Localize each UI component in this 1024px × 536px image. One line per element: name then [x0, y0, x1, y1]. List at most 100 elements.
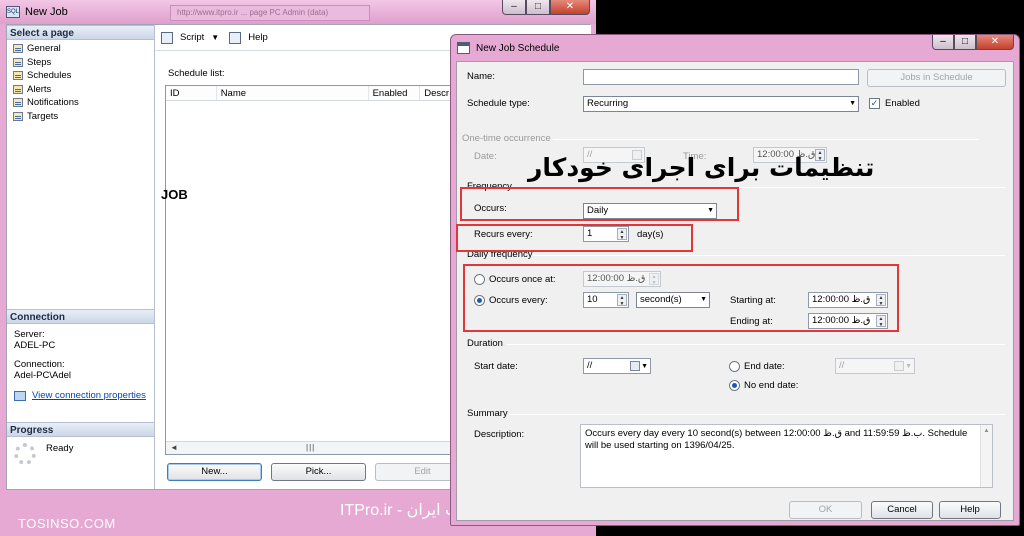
schedule-type-select[interactable]: Recurring ▼ [583, 96, 859, 112]
ok-button[interactable]: OK [789, 501, 862, 519]
page-icon [13, 98, 23, 108]
chevron-down-icon: ▼ [849, 100, 856, 107]
schedule-name-input[interactable] [583, 69, 859, 85]
no-end-date-label: No end date: [744, 380, 799, 391]
occurs-every-unit-select[interactable]: second(s) ▼ [636, 292, 710, 308]
recurs-spinner-icon[interactable]: ▲ ▼ [617, 228, 627, 241]
schedule-minimize-button[interactable]: – [932, 35, 954, 50]
help-button[interactable]: Help [248, 32, 268, 43]
pick-schedule-button[interactable]: Pick... [271, 463, 366, 481]
column-header-name[interactable]: Name [217, 86, 369, 100]
occurs-once-radio[interactable] [474, 274, 485, 285]
ending-at-input[interactable]: 12:00:00 ق.ظ ▲ ▼ [808, 313, 888, 329]
close-button[interactable]: ✕ [550, 0, 590, 15]
date-label: Date: [474, 151, 497, 162]
progress-spinner-icon [14, 443, 36, 465]
page-icon [13, 111, 23, 121]
end-date-input[interactable]: // ▼ [835, 358, 915, 374]
frequency-group: Frequency [467, 181, 512, 192]
occurs-every-radio[interactable] [474, 295, 485, 306]
schedule-window-controls: – □ ✕ [932, 35, 1014, 50]
page-item-steps[interactable]: Steps [7, 56, 154, 70]
column-header-enabled[interactable]: Enabled [369, 86, 421, 100]
summary-group: Summary [467, 408, 508, 419]
calendar-picker-icon[interactable] [894, 361, 904, 371]
new-job-window-controls: – □ ✕ [502, 0, 590, 15]
page-item-notifications[interactable]: Notifications [7, 96, 154, 110]
view-connection-properties-link[interactable]: View connection properties [32, 390, 146, 401]
schedule-maximize-button[interactable]: □ [954, 35, 976, 50]
scroll-grip-icon[interactable]: ||| [306, 443, 315, 452]
connection-properties-icon [14, 390, 26, 401]
progress-section: Progress Ready [7, 422, 154, 465]
page-item-general[interactable]: General [7, 42, 154, 56]
starting-at-input[interactable]: 12:00:00 ق.ظ ▲ ▼ [808, 292, 888, 308]
schedule-dialog-body: Name: Jobs in Schedule Schedule type: Re… [456, 61, 1014, 521]
recurs-every-input[interactable]: 1 ▲ ▼ [583, 226, 629, 242]
schedule-list-header: ID Name Enabled Descr [166, 86, 464, 101]
one-time-occurrence-group: One-time occurrence [462, 133, 551, 144]
occurs-once-label: Occurs once at: [489, 274, 556, 285]
recurs-every-label: Recurs every: [474, 229, 533, 240]
server-value: ADEL-PC [14, 340, 56, 351]
column-header-id[interactable]: ID [166, 86, 217, 100]
chevron-down-icon: ▼ [700, 296, 707, 303]
occurs-select[interactable]: Daily ▼ [583, 203, 717, 219]
occurs-every-spinner-icon[interactable]: ▲ ▼ [617, 294, 627, 307]
calendar-picker-icon[interactable] [630, 361, 640, 371]
script-icon [161, 31, 173, 44]
new-job-schedule-dialog: New Job Schedule – □ ✕ Name: Jobs in Sch… [450, 34, 1020, 526]
horizontal-scrollbar[interactable]: ◄ ||| [166, 441, 464, 454]
description-scrollbar[interactable]: ▲ [980, 425, 992, 487]
name-label: Name: [467, 71, 495, 82]
left-pane: Select a page General Steps Schedules Al… [7, 25, 155, 489]
persian-annotation-title: تنظیمات برای اجرای خودکار [528, 153, 875, 182]
description-text[interactable]: Occurs every day every 10 second(s) betw… [580, 424, 993, 488]
page-item-schedules[interactable]: Schedules [7, 69, 154, 83]
page-item-targets[interactable]: Targets [7, 110, 154, 124]
page-item-alerts[interactable]: Alerts [7, 83, 154, 97]
schedule-list[interactable]: ID Name Enabled Descr ◄ ||| [165, 85, 465, 455]
minimize-button[interactable]: – [502, 0, 526, 15]
connection-value: Adel-PC\Adel [14, 370, 72, 381]
connection-info: Server: ADEL-PC Connection: Adel-PC\Adel… [7, 324, 154, 406]
connection-section: Connection Server: ADEL-PC Connection: A… [7, 309, 154, 406]
no-end-date-radio[interactable] [729, 380, 740, 391]
schedule-list-label: Schedule list: [168, 68, 225, 79]
schedule-type-label: Schedule type: [467, 98, 530, 109]
time-spinner-icon[interactable]: ▲ ▼ [649, 273, 659, 286]
connection-header: Connection [7, 309, 154, 324]
jobs-in-schedule-button[interactable]: Jobs in Schedule [867, 69, 1006, 87]
help-icon [229, 31, 242, 44]
enabled-label: Enabled [885, 98, 920, 109]
background-browser-tab[interactable]: http://www.itpro.ir ... page PC Admin (d… [170, 5, 370, 21]
maximize-button[interactable]: □ [526, 0, 550, 15]
chevron-down-icon: ▼ [641, 363, 648, 370]
ending-at-spinner-icon[interactable]: ▲ ▼ [876, 315, 886, 328]
calendar-icon [457, 42, 470, 54]
occurs-once-time-input[interactable]: 12:00:00 ق.ظ ▲ ▼ [583, 271, 661, 287]
help-dialog-button[interactable]: Help [939, 501, 1001, 519]
view-connection-row[interactable]: View connection properties [14, 390, 147, 401]
description-label: Description: [474, 429, 525, 440]
recurs-unit: day(s) [637, 229, 664, 240]
progress-status-row: Ready [7, 437, 154, 465]
new-schedule-button[interactable]: New... [167, 463, 262, 481]
job-annotation: JOB [161, 187, 188, 202]
end-date-radio[interactable] [729, 361, 740, 372]
starting-at-spinner-icon[interactable]: ▲ ▼ [876, 294, 886, 307]
duration-group: Duration [467, 338, 503, 349]
schedule-dialog-title: New Job Schedule [476, 42, 560, 54]
script-button[interactable]: Script [180, 32, 204, 43]
page-icon [13, 44, 23, 54]
occurs-every-input[interactable]: 10 ▲ ▼ [583, 292, 629, 308]
scroll-left-icon[interactable]: ◄ [170, 443, 178, 452]
schedule-close-button[interactable]: ✕ [976, 35, 1014, 50]
occurs-label: Occurs: [474, 203, 507, 214]
page-icon [13, 71, 23, 81]
script-dropdown-icon[interactable]: ▼ [211, 33, 219, 42]
cancel-button[interactable]: Cancel [871, 501, 933, 519]
enabled-checkbox[interactable]: ✓ [869, 98, 880, 109]
start-date-input[interactable]: // ▼ [583, 358, 651, 374]
page-icon [13, 84, 23, 94]
